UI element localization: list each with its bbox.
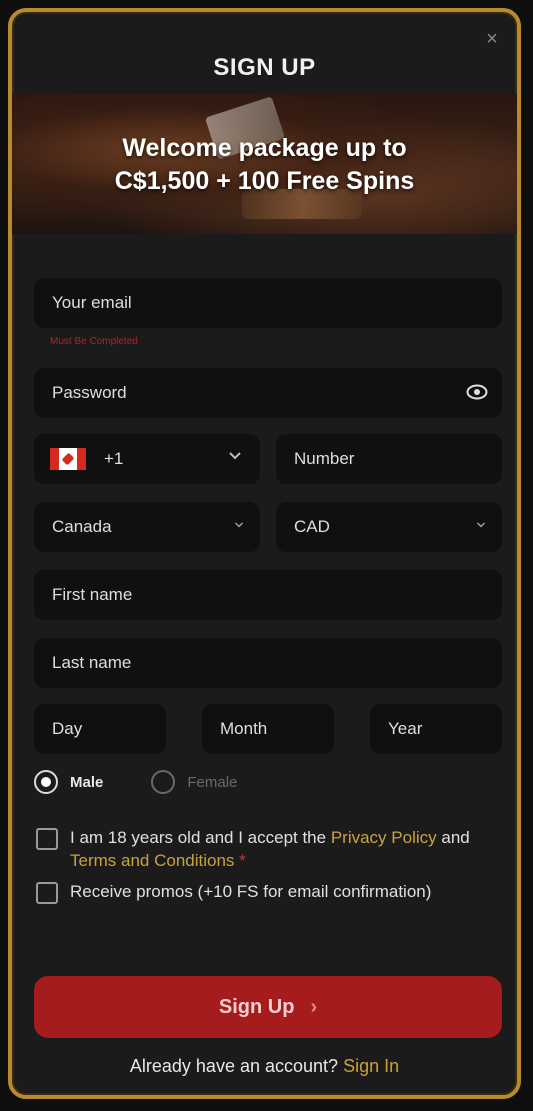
terms-text: I am 18 years old and I accept the Priva… [70,826,476,872]
phone-number-placeholder: Number [294,449,355,468]
month-field[interactable]: Month [202,704,334,754]
password-placeholder: Password [52,383,127,402]
year-field[interactable]: Year [370,704,502,754]
headline-line-2: C$1,500 + 100 Free Spins [114,167,415,195]
currency-value: CAD [294,517,330,536]
sign-up-button[interactable]: Sign Up › [34,976,502,1038]
month-placeholder: Month [220,719,268,738]
last-name-placeholder: Last name [52,653,132,672]
headline-line-1: Welcome package up to [122,134,407,162]
promo-banner: Welcome package up to C$1,500 + 100 Free… [12,94,517,234]
email-placeholder: Your email [52,293,132,312]
canada-flag-icon [50,448,86,470]
signin-prompt-text: Already have an account? [129,1056,339,1076]
signup-modal: SIGN UP × Welcome package up to C$1,500 … [8,8,521,1099]
email-field[interactable]: Your email [34,278,502,328]
promos-row: Receive promos (+10 FS for email confirm… [36,880,476,904]
promos-checkbox[interactable] [36,882,58,904]
chevron-down-icon [476,522,486,528]
terms-checkbox[interactable] [36,828,58,850]
female-radio[interactable] [151,770,176,794]
phone-number-field[interactable]: Number [276,434,502,484]
currency-select[interactable]: CAD [276,502,502,552]
gender-radio-group: Male Female [34,770,237,794]
signin-prompt: Already have an account? Sign In [12,1056,517,1077]
password-field[interactable]: Password [34,368,502,418]
terms-text-part-1: I am 18 years old and I accept the [70,828,331,847]
required-mark: * [239,851,246,870]
terms-text-part-2: and [436,828,470,847]
female-label: Female [187,773,238,791]
sign-up-label: Sign Up [218,995,295,1018]
male-label: Male [70,773,104,791]
year-placeholder: Year [388,719,423,738]
modal-title: SIGN UP [213,54,316,81]
country-value: Canada [52,517,112,536]
email-error: Must Be Completed [50,336,138,347]
promos-text: Receive promos (+10 FS for email confirm… [70,882,432,901]
chevron-down-icon [234,522,244,528]
sign-in-link[interactable]: Sign In [343,1056,399,1076]
phone-code-select[interactable]: +1 [34,434,260,484]
country-select[interactable]: Canada [34,502,260,552]
terms-conditions-link[interactable]: Terms and Conditions [70,851,234,870]
day-placeholder: Day [52,719,83,738]
terms-row: I am 18 years old and I accept the Priva… [36,826,476,872]
privacy-policy-link[interactable]: Privacy Policy [331,828,437,847]
chevron-right-icon: › [310,995,318,1018]
first-name-placeholder: First name [52,585,133,604]
eye-icon[interactable] [466,384,488,400]
first-name-field[interactable]: First name [34,570,502,620]
phone-code-value: +1 [104,449,124,468]
day-field[interactable]: Day [34,704,166,754]
close-icon[interactable]: × [481,28,503,50]
banner-headline: Welcome package up to C$1,500 + 100 Free… [12,132,517,198]
male-radio[interactable] [34,770,58,794]
chevron-down-icon [229,452,241,460]
last-name-field[interactable]: Last name [34,638,502,688]
